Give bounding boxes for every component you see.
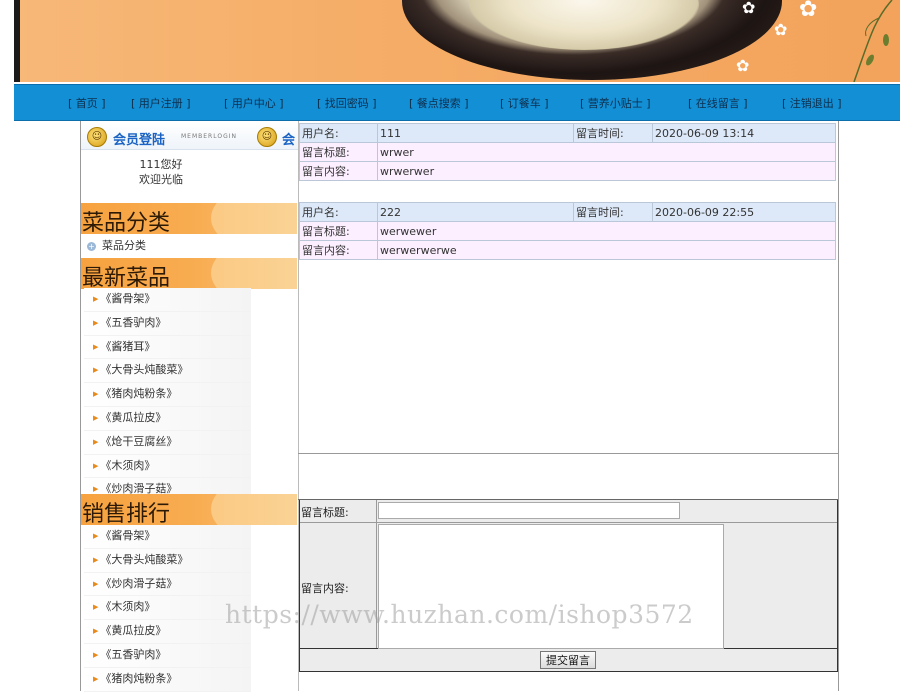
section-title: 销售排行: [82, 502, 171, 525]
nav-cart[interactable]: [ 订餐车 ]: [500, 95, 549, 111]
member-login-title: 会员登陆: [113, 133, 166, 148]
member-greeting: 111您好 欢迎光临: [81, 157, 241, 187]
nav-user-center[interactable]: [ 用户中心 ]: [224, 95, 284, 111]
list-item[interactable]: ▶ 《猪肉炖粉条》: [84, 383, 251, 407]
title-value: werwewer: [377, 221, 836, 241]
arrow-icon: ▶: [93, 674, 99, 683]
arrow-icon: ▶: [93, 413, 99, 422]
message-entry: 用户名: 222 留言时间: 2020-06-09 22:55 留言标题: we…: [299, 202, 836, 260]
list-item[interactable]: ▶ 《黄瓜拉皮》: [84, 406, 251, 431]
time-value: 2020-06-09 13:14: [652, 123, 836, 143]
time-label: 留言时间:: [573, 123, 653, 143]
flower-icon: ✿: [742, 0, 756, 17]
message-title-row: 留言标题: werwewer: [299, 221, 836, 241]
time-label: 留言时间:: [573, 202, 653, 222]
title-label: 留言标题:: [299, 142, 378, 162]
arrow-icon: ▶: [93, 342, 99, 351]
arrow-icon: ▶: [93, 579, 99, 588]
list-item[interactable]: ▶ 《酱骨架》: [84, 525, 251, 549]
arrow-icon: ▶: [93, 437, 99, 446]
form-content-label: 留言内容:: [301, 582, 349, 595]
welcome-text: 欢迎光临: [139, 173, 183, 186]
content-value: wrwerwer: [377, 161, 836, 181]
section-ranking: 销售排行: [81, 494, 297, 525]
greeting-text: 111您好: [139, 158, 183, 171]
arrow-icon: ▶: [93, 603, 99, 612]
arrow-icon: ▶: [93, 461, 99, 470]
nav-home[interactable]: [ 首页 ]: [68, 95, 106, 111]
section-category: 菜品分类: [81, 203, 297, 234]
list-item[interactable]: ▶ 《大骨头炖酸菜》: [84, 359, 251, 384]
user-value: 111: [377, 123, 574, 143]
arrow-icon: ▶: [93, 627, 99, 636]
section-title: 最新菜品: [82, 266, 171, 289]
time-value: 2020-06-09 22:55: [652, 202, 836, 222]
category-item[interactable]: + 菜品分类: [87, 237, 146, 253]
arrow-icon: ▶: [93, 295, 99, 303]
list-item[interactable]: ▶ 《酱骨架》: [84, 288, 251, 312]
arrow-icon: ▶: [93, 318, 99, 327]
content-value: werwerwerwe: [377, 240, 836, 260]
watermark-text: https://www.huzhan.com/ishop3572: [225, 600, 694, 629]
banner-edge: [14, 0, 20, 82]
list-item[interactable]: ▶ 《猪肉炖粉条》: [84, 667, 251, 692]
title-label: 留言标题:: [299, 221, 378, 241]
message-content-row: 留言内容: werwerwerwe: [299, 240, 836, 260]
list-item[interactable]: ▶ 《炒肉滑子菇》: [84, 572, 251, 597]
member-icon: ☺: [87, 127, 107, 147]
message-title-row: 留言标题: wrwer: [299, 142, 836, 162]
section-title: 菜品分类: [82, 211, 171, 234]
arrow-icon: ▶: [93, 650, 99, 659]
arrow-icon: ▶: [93, 555, 99, 564]
message-form: 留言标题: 留言内容: 提交留言: [299, 500, 838, 672]
member-icon: ☺: [257, 127, 277, 147]
header-banner: ✿ ✿ ✿ ✿: [14, 0, 900, 82]
category-item-label: 菜品分类: [102, 239, 146, 252]
list-item[interactable]: ▶ 《酱猪耳》: [84, 335, 251, 360]
flower-icon: ✿: [774, 20, 788, 39]
nav-find-password[interactable]: [ 找回密码 ]: [317, 95, 377, 111]
member-login-title-repeat: 会: [282, 133, 296, 148]
list-item[interactable]: ▶ 《五香驴肉》: [84, 311, 251, 336]
list-item[interactable]: ▶ 《木须肉》: [84, 454, 251, 479]
flower-icon: ✿: [736, 56, 750, 75]
nav-nutrition-tips[interactable]: [ 营养小贴士 ]: [580, 95, 651, 111]
content-label: 留言内容:: [299, 161, 378, 181]
arrow-icon: ▶: [93, 390, 99, 399]
content-label: 留言内容:: [299, 240, 378, 260]
message-title-input[interactable]: [378, 502, 680, 519]
vine-decoration-icon: [853, 0, 893, 82]
message-entry: 用户名: 111 留言时间: 2020-06-09 13:14 留言标题: wr…: [299, 123, 836, 181]
list-item[interactable]: ▶ 《大骨头炖酸菜》: [84, 548, 251, 573]
plus-icon: +: [87, 241, 96, 251]
message-header-row: 用户名: 222 留言时间: 2020-06-09 22:55: [299, 202, 836, 222]
nav-online-message[interactable]: [ 在线留言 ]: [688, 95, 748, 111]
divider: [298, 453, 838, 454]
main-nav: [ 首页 ] [ 用户注册 ] [ 用户中心 ] [ 找回密码 ] [ 餐点搜索…: [14, 84, 900, 121]
nav-food-search[interactable]: [ 餐点搜索 ]: [409, 95, 469, 111]
arrow-icon: ▶: [93, 532, 99, 540]
submit-message-button[interactable]: 提交留言: [540, 651, 596, 669]
arrow-icon: ▶: [93, 366, 99, 375]
list-item[interactable]: ▶ 《五香驴肉》: [84, 643, 251, 668]
user-label: 用户名:: [299, 202, 378, 222]
section-latest: 最新菜品: [81, 258, 297, 289]
user-label: 用户名:: [299, 123, 378, 143]
member-login-subtitle: MEMBERLOGIN: [181, 133, 237, 140]
title-value: wrwer: [377, 142, 836, 162]
nav-logout[interactable]: [ 注销退出 ]: [782, 95, 842, 111]
form-title-label: 留言标题:: [301, 506, 349, 519]
message-header-row: 用户名: 111 留言时间: 2020-06-09 13:14: [299, 123, 836, 143]
flower-icon: ✿: [799, 0, 818, 22]
arrow-icon: ▶: [93, 485, 99, 494]
list-item[interactable]: ▶ 《炝干豆腐丝》: [84, 430, 251, 455]
member-login-header: ☺ 会员登陆 MEMBERLOGIN ☺ 会: [81, 123, 298, 150]
user-value: 222: [377, 202, 574, 222]
message-content-row: 留言内容: wrwerwer: [299, 161, 836, 181]
latest-dish-list: ▶ 《酱骨架》 ▶ 《五香驴肉》 ▶ 《酱猪耳》 ▶ 《大骨头炖酸菜》 ▶ 《猪肉炖粉条》…: [84, 288, 251, 503]
nav-register[interactable]: [ 用户注册 ]: [131, 95, 191, 111]
message-content-textarea[interactable]: [378, 524, 724, 649]
